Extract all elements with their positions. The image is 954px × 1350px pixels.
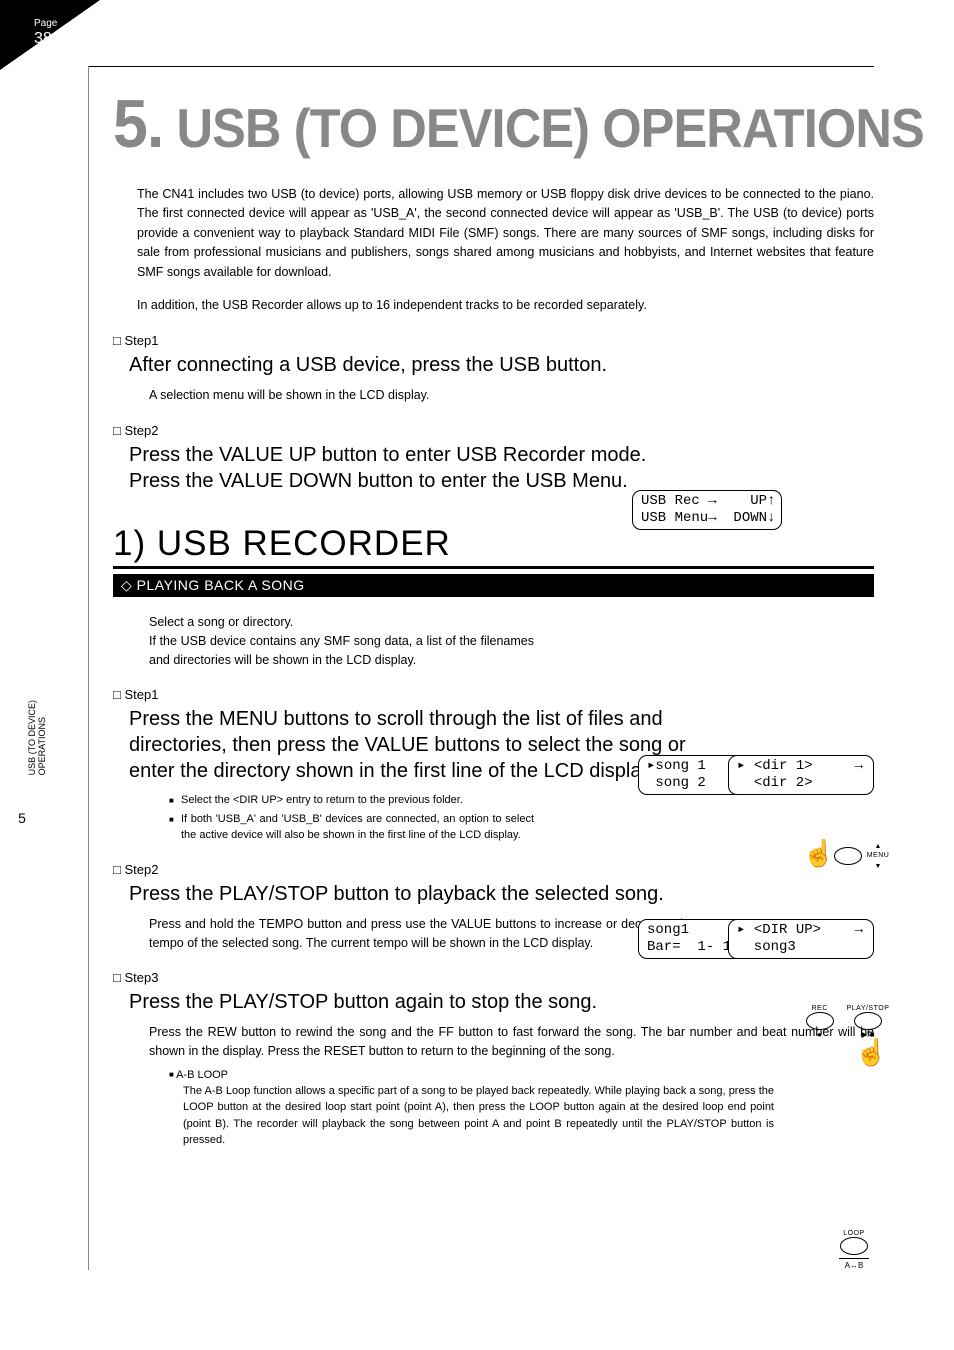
section-heading: 1) USB RECORDER (113, 524, 874, 569)
bullet-item: Select the <DIR UP> entry to return to t… (169, 792, 534, 809)
triangle-down-icon (875, 860, 882, 871)
left-rule (88, 66, 89, 1270)
button-icon (806, 1012, 834, 1030)
menu-label: MENU (867, 852, 890, 859)
lcd-dir-list: ▸ <dir 1> → <dir 2> (728, 755, 874, 795)
page-number: 38 (34, 30, 52, 48)
loop-symbol: A↔B (839, 1258, 869, 1270)
sub-heading: PLAYING BACK A SONG (113, 574, 874, 597)
button-icon (834, 847, 862, 865)
page-label: Page (34, 18, 57, 29)
abloop-body: The A-B Loop function allows a specific … (183, 1083, 874, 1149)
chapter-title-text: USB (TO DEVICE) OPERATIONS (176, 97, 923, 159)
bullet-item: If both 'USB_A' and 'USB_B' devices are … (169, 811, 534, 844)
triangle-up-icon (875, 840, 882, 851)
step-headline: Press the VALUE UP button to enter USB R… (129, 442, 874, 494)
step-body: A selection menu will be shown in the LC… (149, 386, 874, 405)
abloop-title: A-B LOOP (169, 1069, 874, 1081)
step-headline: Press the PLAY/STOP button again to stop… (129, 989, 874, 1015)
figure-loop-button: LOOP A↔B (814, 1230, 894, 1270)
side-chapter-number: 5 (12, 810, 32, 826)
play-intro-2: If the USB device contains any SMF song … (149, 632, 534, 670)
chapter-title: 5. USB (TO DEVICE) OPERATIONS (113, 85, 813, 163)
step-headline: After connecting a USB device, press the… (129, 352, 874, 378)
rec-dot-icon: ● (817, 1030, 822, 1039)
chapter-number: 5. (113, 86, 163, 162)
step-body: Press the REW button to rewind the song … (149, 1023, 874, 1061)
loop-label: LOOP (843, 1230, 864, 1237)
button-icon (854, 1012, 882, 1030)
lcd-usb-menu: USB Rec → UP↑ USB Menu→ DOWN↓ (632, 490, 782, 530)
step-label: Step3 (113, 970, 874, 985)
figure-menu-buttons: MENU (798, 840, 894, 871)
step-label: Step2 (113, 862, 874, 877)
header-rule (88, 66, 874, 67)
intro-paragraph-1: The CN41 includes two USB (to device) po… (137, 185, 874, 282)
figure-rec-play: REC ● PLAY/STOP ▶/■ (798, 1005, 894, 1069)
playstop-label: PLAY/STOP (847, 1005, 890, 1012)
step-headline: Press the PLAY/STOP button to playback t… (129, 881, 874, 907)
button-icon (840, 1237, 868, 1255)
hand-icon (855, 1041, 881, 1069)
intro-paragraph-2: In addition, the USB Recorder allows up … (137, 296, 874, 315)
hand-icon (803, 842, 829, 870)
page-corner: Page 38 (0, 0, 100, 70)
side-section-title: USB (TO DEVICE)OPERATIONS (28, 700, 48, 775)
lcd-dir-up: ▸ <DIR UP> → song3 (728, 919, 874, 959)
step-label: Step2 (113, 423, 874, 438)
step-label: Step1 (113, 333, 874, 348)
step-label: Step1 (113, 687, 874, 702)
play-intro-1: Select a song or directory. (149, 613, 534, 632)
rec-label: REC (811, 1005, 827, 1012)
